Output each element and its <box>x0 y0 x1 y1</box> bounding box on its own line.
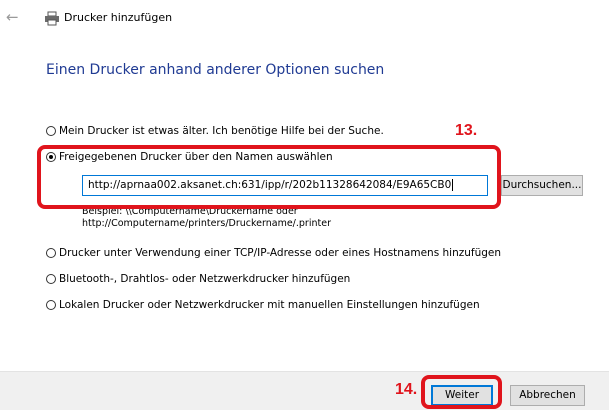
option-older-printer[interactable]: Mein Drucker ist etwas älter. Ich benöti… <box>46 125 384 137</box>
path-example: Beispiel: \\Computername\Druckername ode… <box>82 206 331 230</box>
step-13-label: 13. <box>455 122 478 139</box>
step-14-highlight <box>421 375 502 409</box>
radio-tcpip[interactable] <box>46 248 56 258</box>
option-label: Lokalen Drucker oder Netzwerkdrucker mit… <box>59 299 480 311</box>
option-label: Drucker unter Verwendung einer TCP/IP-Ad… <box>59 247 502 259</box>
browse-button[interactable]: Durchsuchen... <box>501 175 583 196</box>
window-title: Drucker hinzufügen <box>64 11 173 24</box>
step-13-highlight <box>37 145 501 209</box>
page-heading: Einen Drucker anhand anderer Optionen su… <box>46 62 385 78</box>
printer-icon <box>45 11 59 26</box>
option-label: Bluetooth-, Drahtlos- oder Netzwerkdruck… <box>59 273 351 285</box>
option-local-manual[interactable]: Lokalen Drucker oder Netzwerkdrucker mit… <box>46 299 480 311</box>
cancel-button[interactable]: Abbrechen <box>510 385 585 406</box>
example-line-2: http://Computername/printers/Druckername… <box>82 218 331 229</box>
arrow-left-icon[interactable]: ← <box>6 8 19 26</box>
radio-local-manual[interactable] <box>46 300 56 310</box>
title-bar: ← Drucker hinzufügen <box>0 0 609 40</box>
radio-bluetooth-wireless[interactable] <box>46 274 56 284</box>
radio-older-printer[interactable] <box>46 126 56 136</box>
option-label: Mein Drucker ist etwas älter. Ich benöti… <box>59 125 384 137</box>
option-tcpip[interactable]: Drucker unter Verwendung einer TCP/IP-Ad… <box>46 247 501 259</box>
option-bluetooth-wireless[interactable]: Bluetooth-, Drahtlos- oder Netzwerkdruck… <box>46 273 350 285</box>
step-14-label: 14. <box>395 381 418 398</box>
